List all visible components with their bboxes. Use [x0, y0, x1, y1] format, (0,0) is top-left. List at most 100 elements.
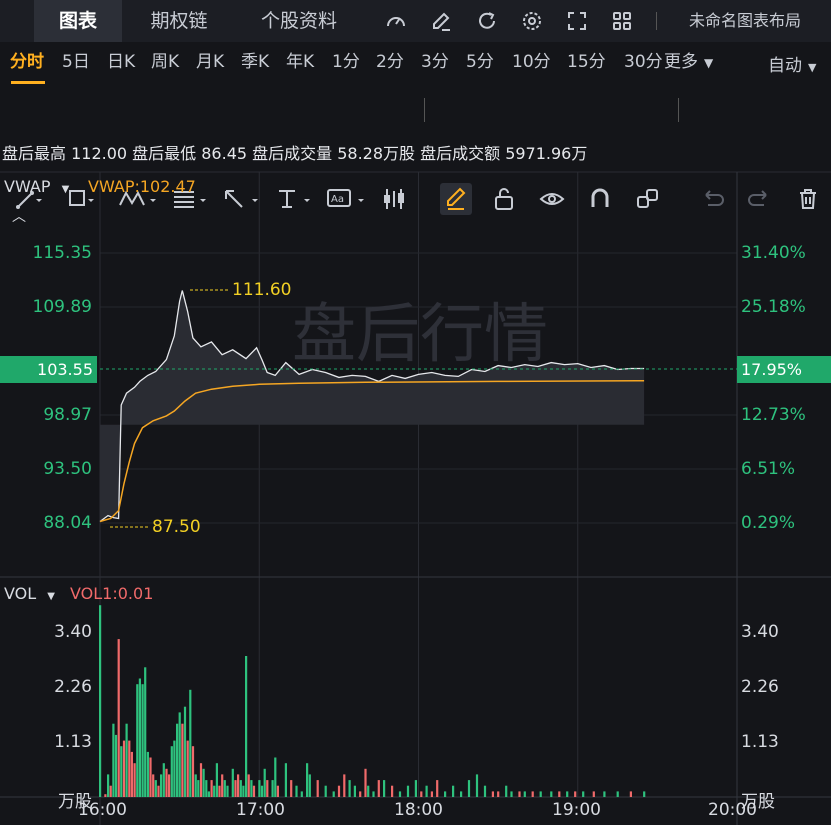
vol-name: VOL — [4, 584, 37, 603]
volume-bar — [359, 791, 362, 797]
volume-bar — [221, 774, 224, 797]
volume-bar — [271, 780, 274, 797]
volume-bar — [162, 763, 165, 797]
volume-bar — [125, 723, 128, 797]
volume-bar — [306, 763, 309, 797]
chart-grid — [0, 171, 831, 825]
pct-tick: 25.18% — [741, 297, 806, 317]
volume-bar — [215, 763, 218, 797]
volume-bar — [603, 791, 606, 797]
volume-bar — [505, 785, 508, 797]
volume-bar — [234, 780, 237, 797]
volume-bar — [260, 785, 264, 797]
volume-bar — [420, 791, 423, 797]
volume-bar — [337, 785, 341, 797]
volume-bar — [258, 780, 261, 797]
volume-bar — [467, 780, 471, 797]
vwap-indicator[interactable]: VWAP ▼ — [4, 177, 69, 196]
volume-bar — [398, 791, 402, 797]
volume-bar — [616, 791, 619, 797]
volume-bar — [324, 785, 327, 797]
volume-bar — [531, 791, 534, 797]
volume-bar — [178, 712, 181, 797]
volume-bar — [566, 791, 569, 797]
chevron-down-icon: ▼ — [47, 591, 55, 602]
volume-bar — [141, 684, 144, 797]
volume-bar — [218, 785, 221, 797]
volume-bar — [247, 774, 250, 797]
volume-bar — [237, 774, 240, 797]
time-tick: 18:00 — [394, 800, 443, 820]
volume-bar — [391, 785, 394, 797]
time-tick: 17:00 — [236, 800, 285, 820]
volume-bar — [582, 791, 585, 797]
volume-bar — [550, 791, 553, 797]
volume-bar — [191, 746, 195, 797]
volume-bar — [176, 723, 179, 797]
chart-area[interactable]: 盘后行情 — [0, 0, 831, 825]
volume-bar — [226, 785, 229, 797]
volume-bar — [168, 774, 171, 797]
volume-bar — [348, 780, 351, 797]
volume-bar — [332, 791, 335, 797]
price-tick: 93.50 — [43, 459, 92, 479]
volume-bar — [574, 791, 577, 797]
volume-bar — [189, 689, 192, 797]
vol-tick: 3.40 — [741, 622, 779, 642]
volume-bar — [109, 785, 112, 797]
volume-bar — [284, 763, 287, 797]
time-tick: 16:00 — [78, 800, 127, 820]
volume-bar — [518, 791, 521, 797]
volume-bar — [353, 785, 356, 797]
volume-bar — [199, 763, 203, 797]
volume-bar — [245, 656, 248, 797]
chevron-down-icon: ▼ — [61, 184, 70, 195]
volume-bar — [263, 768, 266, 797]
volume-bar — [104, 794, 107, 797]
volume-bar — [300, 791, 303, 797]
volume-bar — [558, 791, 561, 797]
volume-bar — [144, 667, 147, 797]
time-tick: 20:00 — [708, 800, 757, 820]
vwap-value: VWAP:102.47 — [88, 177, 196, 196]
vol-tick: 2.26 — [54, 677, 92, 697]
pct-tick: 0.29% — [741, 513, 796, 533]
price-tick: 109.89 — [32, 297, 92, 317]
volume-bars — [99, 605, 646, 797]
vol-value: VOL1:0.01 — [70, 584, 154, 603]
volume-bar — [202, 768, 205, 797]
collapse-icon[interactable]: ︿ — [12, 206, 26, 226]
pct-tick: 6.51% — [741, 459, 796, 479]
pct-tick: 31.40% — [741, 243, 806, 263]
volume-bar — [308, 774, 311, 797]
volume-bar — [592, 791, 595, 797]
volume-bar — [250, 780, 253, 797]
volume-bar — [367, 785, 370, 797]
volume-bar — [181, 723, 184, 797]
volume-bar — [183, 706, 187, 797]
vol-tick: 1.13 — [741, 732, 779, 752]
volume-bar — [130, 751, 133, 797]
volume-bar — [170, 746, 173, 797]
volume-bar — [510, 791, 513, 797]
volume-bar — [160, 774, 163, 797]
volume-bar — [539, 791, 542, 797]
volume-bar — [295, 785, 298, 797]
volume-bar — [128, 740, 131, 797]
price-tick: 88.04 — [43, 513, 92, 533]
vol-tick: 1.13 — [54, 732, 92, 752]
volume-bar — [122, 740, 126, 797]
price-tick: 115.35 — [32, 243, 92, 263]
volume-bar — [146, 751, 149, 797]
volume-bar — [157, 785, 160, 797]
volume-bar — [133, 763, 136, 797]
high-label: 111.60 — [232, 280, 292, 300]
volume-bar — [152, 774, 155, 797]
volume-bar — [231, 768, 234, 797]
vol-indicator[interactable]: VOL ▼ — [4, 584, 55, 603]
current-pct-tag: 17.95% — [737, 356, 831, 383]
volume-bar — [112, 723, 115, 797]
volume-bar — [239, 780, 242, 797]
volume-bar — [173, 740, 176, 797]
volume-bar — [138, 678, 141, 797]
